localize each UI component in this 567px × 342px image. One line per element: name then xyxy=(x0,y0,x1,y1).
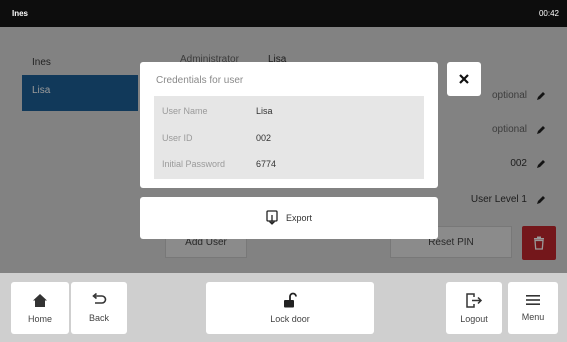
back-label: Back xyxy=(88,313,109,323)
menu-icon xyxy=(526,295,540,305)
bottom-nav-bar: Home Back Lock door Logout Menu xyxy=(0,273,567,342)
status-user: Ines xyxy=(12,9,29,18)
username-value: Lisa xyxy=(256,106,273,116)
dialog-title: Credentials for user xyxy=(156,75,244,86)
lock-door-button[interactable]: Lock door xyxy=(206,282,374,334)
export-button[interactable]: Export xyxy=(140,197,438,239)
userid-value: 002 xyxy=(256,133,272,143)
userid-label: User ID xyxy=(162,133,193,143)
home-icon xyxy=(33,293,47,307)
username-label: User Name xyxy=(162,106,208,116)
logout-icon xyxy=(465,292,482,308)
password-label: Initial Password xyxy=(162,159,226,169)
home-button[interactable]: Home xyxy=(11,282,69,334)
back-arrow-icon xyxy=(92,293,107,304)
credentials-table: User Name Lisa User ID 002 Initial Passw… xyxy=(154,96,424,179)
close-button[interactable] xyxy=(447,62,481,96)
lock-door-label: Lock door xyxy=(270,314,310,324)
status-time: 00:42 xyxy=(538,9,559,18)
menu-button[interactable]: Menu xyxy=(508,282,558,334)
unlock-icon xyxy=(284,292,297,308)
password-value: 6774 xyxy=(256,159,277,169)
logout-button[interactable]: Logout xyxy=(446,282,502,334)
export-icon xyxy=(266,210,278,225)
export-label: Export xyxy=(285,213,312,223)
close-icon xyxy=(459,74,469,84)
menu-label: Menu xyxy=(521,312,545,322)
status-bar: Ines 00:42 xyxy=(0,0,567,27)
home-label: Home xyxy=(27,313,52,324)
logout-label: Logout xyxy=(460,313,488,324)
back-button[interactable]: Back xyxy=(71,282,127,334)
